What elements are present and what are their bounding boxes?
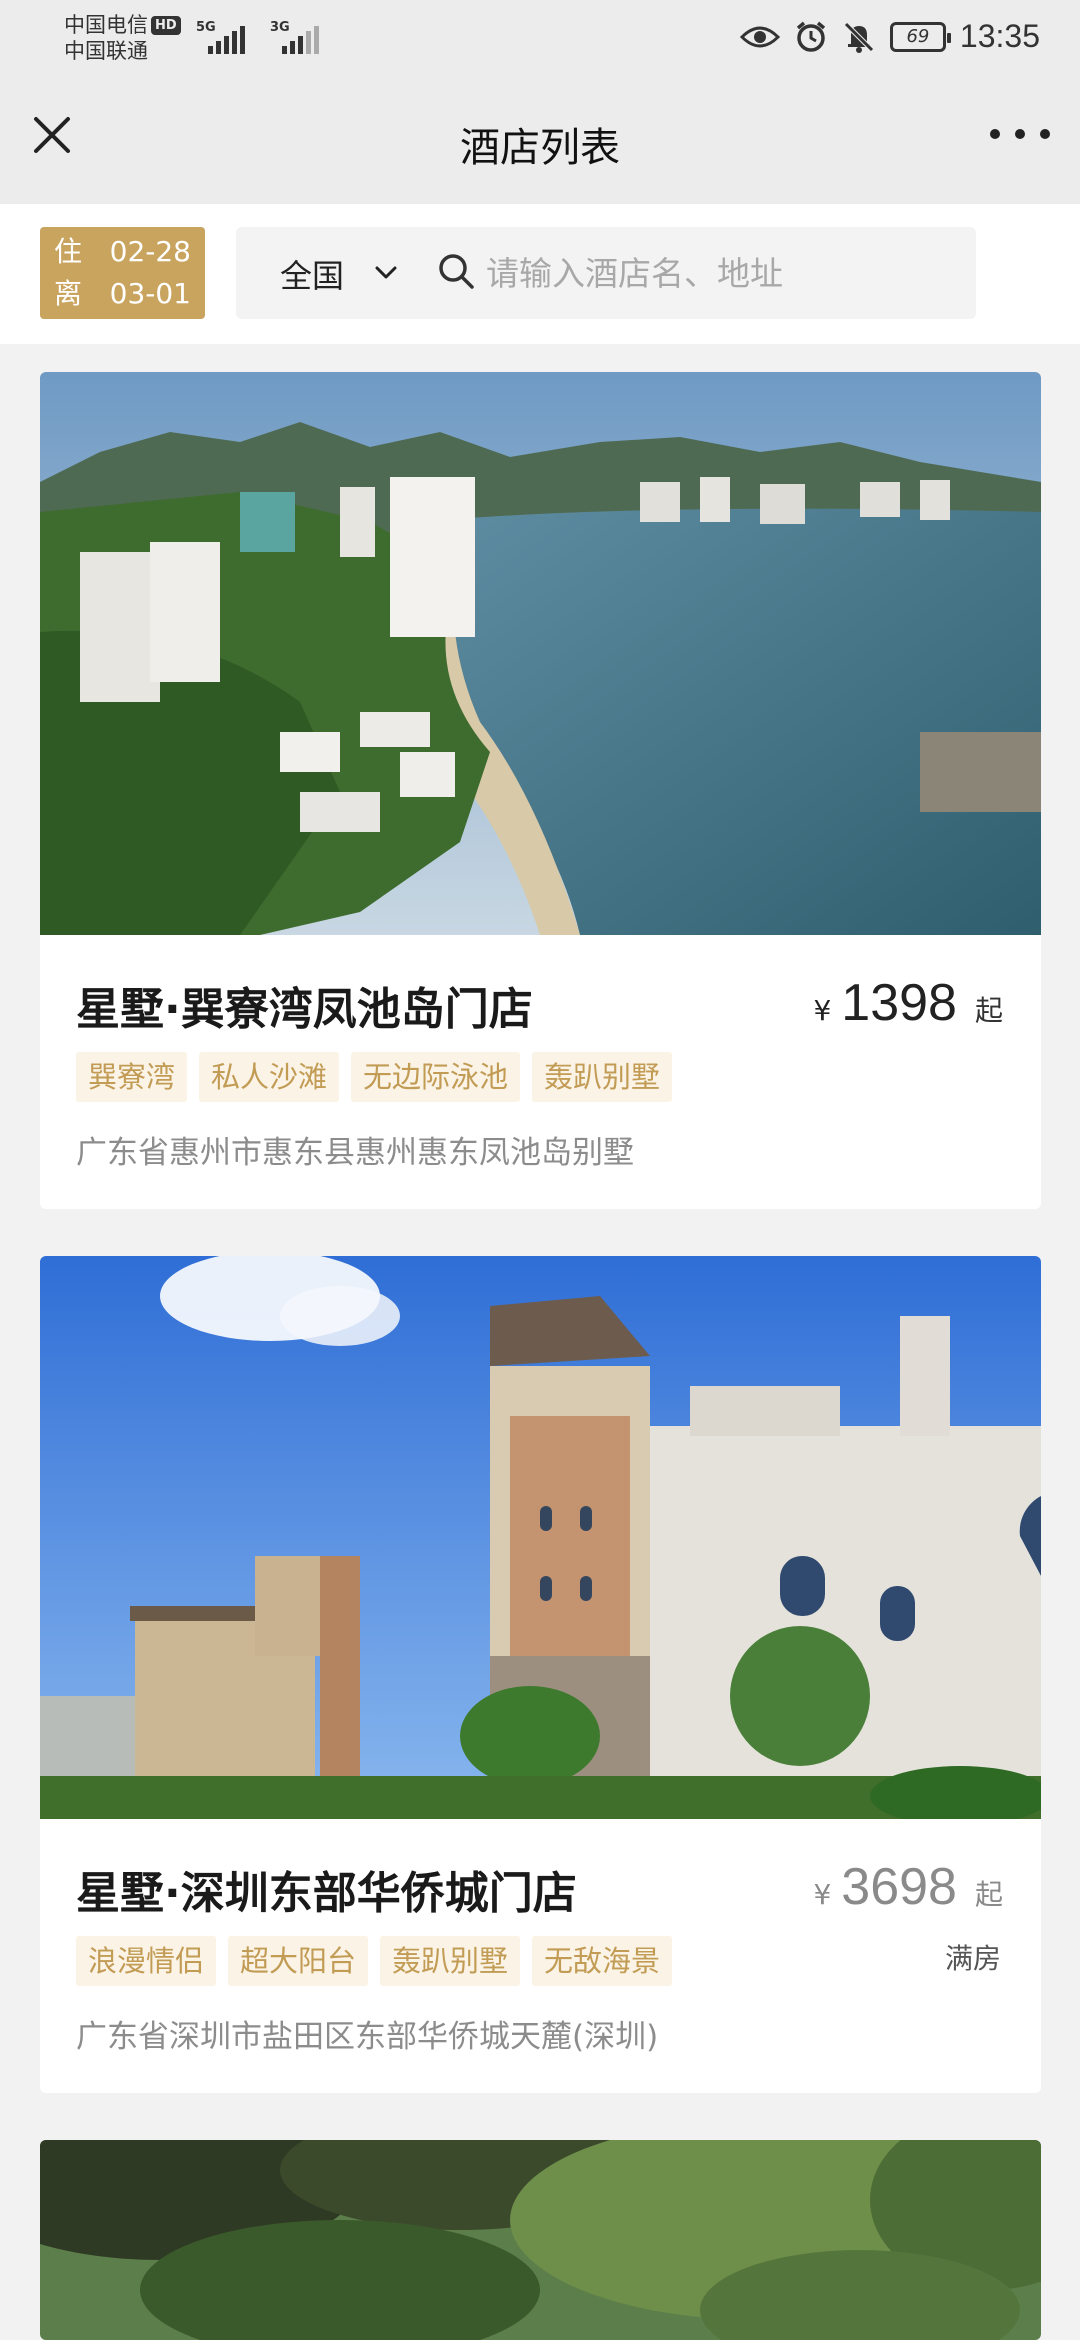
hotel-photo-image [40,1256,1041,1819]
hotel-photo[interactable] [40,372,1041,935]
checkin-date: 02-28 [109,235,191,268]
region-selector[interactable]: 全国 [280,251,344,297]
hotel-tags: 巽寮湾 私人沙滩 无边际泳池 轰趴别墅 [76,1052,673,1102]
status-right-icons: 69 13:35 [739,18,1040,55]
currency-symbol: ¥ [813,1878,832,1911]
hotel-photo-image [40,2140,1041,2340]
carrier-2: 中国联通 [64,39,148,63]
hotel-tag: 无敌海景 [532,1936,673,1986]
hotel-photo-image [40,372,1041,935]
checkin-row: 住 02-28 [54,231,191,273]
mute-bell-icon [844,21,874,53]
hotel-tag: 私人沙滩 [199,1052,340,1102]
hotel-tag: 轰趴别墅 [380,1936,521,1986]
checkout-label: 离 [54,277,83,310]
hotel-card[interactable]: 星墅·巽寮湾凤池岛门店 ¥ 1398 起 巽寮湾 私人沙滩 无边际泳池 轰趴别墅… [40,372,1041,1209]
search-input[interactable] [486,245,956,301]
price-suffix: 起 [974,1878,1003,1911]
eye-icon [739,26,780,47]
battery-icon: 69 [889,21,951,52]
hotel-price: ¥ 3698 起 [813,1857,1003,1917]
checkin-label: 住 [54,235,83,268]
hotel-photo[interactable] [40,1256,1041,1819]
carrier-1: 中国电信 [64,13,148,37]
hotel-name: 星墅·深圳东部华侨城门店 [76,1868,577,1919]
signal-3g-icon: 3G [270,20,322,54]
search-bar: 全国 [236,227,976,319]
hotel-tags: 浪漫情侣 超大阳台 轰趴别墅 无敌海景 [76,1936,673,1986]
sold-out-badge: 满房 [944,1942,1001,1975]
page-title: 酒店列表 [460,125,620,171]
price-suffix: 起 [974,994,1003,1027]
checkout-date: 03-01 [109,277,191,310]
hotel-tag: 巽寮湾 [76,1052,188,1102]
hotel-card[interactable]: 星墅·深圳东部华侨城门店 ¥ 3698 起 满房 浪漫情侣 超大阳台 轰趴别墅 … [40,1256,1041,2093]
hotel-address: 广东省惠州市惠东县惠州惠东凤池岛别墅 [76,1135,634,1171]
date-selector[interactable]: 住 02-28 离 03-01 [40,227,205,319]
status-bar: 中国电信 HD 中国联通 5G 3G 69 13:35 [0,0,1080,85]
hotel-tag: 浪漫情侣 [76,1936,217,1986]
carrier-info: 中国电信 HD 中国联通 [64,12,181,64]
hotel-card[interactable] [40,2140,1041,2340]
chevron-down-icon[interactable] [371,257,401,287]
filter-bar: 住 02-28 离 03-01 全国 [0,204,1080,344]
currency-symbol: ¥ [813,994,832,1027]
hd-badge: HD [151,16,181,35]
signal-indicators: 5G 3G [196,20,322,54]
more-icon[interactable] [990,119,1050,149]
alarm-icon [796,21,826,52]
hotel-name: 星墅·巽寮湾凤池岛门店 [76,984,533,1035]
hotel-price: ¥ 1398 起 [813,973,1003,1033]
price-value: 1398 [841,974,957,1032]
hotel-photo[interactable] [40,2140,1041,2340]
hotel-tag: 无边际泳池 [351,1052,521,1102]
clock: 13:35 [959,18,1040,54]
nav-bar: 酒店列表 [0,85,1080,204]
search-icon [439,254,474,289]
checkout-row: 离 03-01 [54,273,191,315]
hotel-address: 广东省深圳市盐田区东部华侨城天麓(深圳) [76,2019,659,2055]
hotel-info: 星墅·巽寮湾凤池岛门店 ¥ 1398 起 巽寮湾 私人沙滩 无边际泳池 轰趴别墅… [40,935,1041,1209]
signal-5g-icon: 5G [196,20,248,54]
hotel-info: 星墅·深圳东部华侨城门店 ¥ 3698 起 满房 浪漫情侣 超大阳台 轰趴别墅 … [40,1819,1041,2093]
price-value: 3698 [841,1858,957,1916]
hotel-tag: 轰趴别墅 [532,1052,673,1102]
hotel-tag: 超大阳台 [228,1936,369,1986]
